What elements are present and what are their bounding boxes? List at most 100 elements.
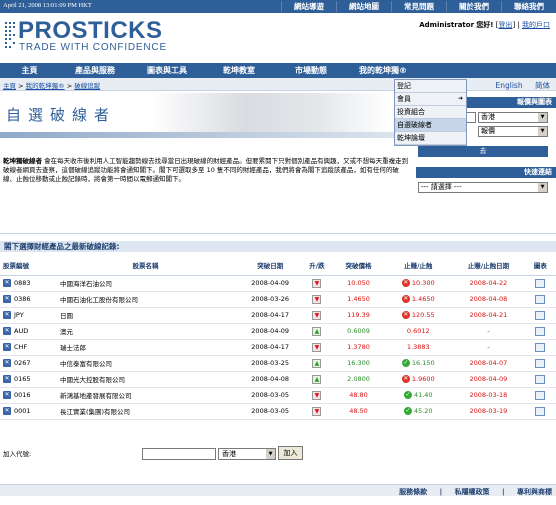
lang-english[interactable]: English [496, 81, 523, 90]
col-chart: 圖表 [524, 256, 556, 276]
nav-products[interactable]: 產品與服務 [59, 63, 131, 78]
remove-icon[interactable]: ✕ [3, 279, 11, 287]
row-date: 2008-03-25 [239, 355, 302, 372]
stop-loss-icon: ✕ [401, 375, 410, 383]
row-name: 長江實業(集團)有限公司 [51, 403, 240, 420]
remove-icon[interactable]: ✕ [3, 327, 11, 335]
chart-icon[interactable] [535, 326, 546, 336]
quote-type-value: 報價 [481, 127, 495, 135]
row-code[interactable]: CHF [14, 343, 27, 351]
row-name: 中國海洋石油公司 [51, 275, 240, 292]
table-row: ✕ CHF 瑞士法郎 2008-04-17 ▼ 1.3780 1.3883 - [0, 339, 556, 356]
market-select[interactable]: 香港 ▼ [478, 112, 548, 123]
breadcrumb-my[interactable]: 我的乾坤獨® [26, 82, 65, 90]
chart-icon[interactable] [535, 310, 546, 320]
row-code[interactable]: AUD [14, 327, 28, 335]
remove-icon[interactable]: ✕ [3, 407, 11, 415]
chart-icon[interactable] [535, 342, 546, 352]
remove-icon[interactable]: ✕ [3, 295, 11, 303]
nav-classroom[interactable]: 乾坤教室 [203, 63, 275, 78]
top-link-sitemap[interactable]: 網站地圖 [336, 1, 391, 12]
chart-icon[interactable] [535, 406, 546, 416]
row-code[interactable]: 0165 [14, 375, 31, 383]
row-date: 2008-03-05 [239, 387, 302, 404]
row-stop-date: 2008-04-07 [452, 355, 525, 372]
col-date: 突破日期 [239, 256, 302, 276]
remove-icon[interactable]: ✕ [3, 343, 11, 351]
row-code[interactable]: 0883 [14, 279, 31, 287]
row-date: 2008-03-05 [239, 403, 302, 420]
remove-icon[interactable]: ✕ [3, 311, 11, 319]
footer-patents[interactable]: 專利與商標 [517, 488, 552, 496]
footer-privacy[interactable]: 私隱權政策 [455, 488, 490, 496]
quote-type-select[interactable]: 報價 ▼ [478, 126, 548, 137]
row-name: 中國石油化工股份有限公司 [51, 291, 240, 308]
col-price: 突破價格 [332, 256, 385, 276]
chart-icon[interactable] [535, 294, 546, 304]
brand-logo[interactable]: PROSTICKS [18, 19, 163, 43]
go-button[interactable]: 去 [418, 146, 548, 157]
row-stop: 120.55 [411, 311, 435, 319]
chart-icon[interactable] [535, 374, 546, 384]
language-switch: English 简体 [486, 80, 550, 91]
remove-icon[interactable]: ✕ [3, 391, 11, 399]
nav-market[interactable]: 市場動態 [275, 63, 347, 78]
footer-terms[interactable]: 服務條款 [399, 488, 427, 496]
breadcrumb-current[interactable]: 破線追蹤 [74, 82, 100, 90]
nav-charts[interactable]: 圖表與工具 [131, 63, 203, 78]
footer-sep: | [439, 488, 443, 496]
row-code[interactable]: 0267 [14, 359, 31, 367]
lang-simplified[interactable]: 简体 [535, 81, 550, 90]
menu-item-breakout-watch[interactable]: 自選破線者 [395, 119, 466, 132]
row-code[interactable]: 0016 [14, 391, 31, 399]
top-link-about[interactable]: 關於我們 [446, 1, 501, 12]
row-date: 2008-04-08 [239, 371, 302, 388]
chart-icon[interactable] [535, 278, 546, 288]
remove-icon[interactable]: ✕ [3, 359, 11, 367]
top-link-contact[interactable]: 聯絡我們 [501, 1, 556, 12]
add-market-select[interactable]: 香港 ▼ [218, 448, 276, 460]
logout-link[interactable]: 登出 [498, 21, 512, 29]
description-text: 會在每天收市後利用人工智能趨勢線去找尋當日出現破線的財經產品。但要累閱下只對個別… [3, 157, 409, 183]
remove-icon[interactable]: ✕ [3, 375, 11, 383]
table-row: ✕ 0267 中信泰富有限公司 2008-03-25 ▲ 16.300 ✓ 16.150 200… [0, 355, 556, 372]
my-account-link[interactable]: 我的戶口 [522, 21, 550, 29]
quick-links-select[interactable]: --- 請選擇 --- ▼ [418, 182, 548, 193]
menu-item-forum[interactable]: 乾坤論壇 [395, 132, 466, 145]
add-symbol-input[interactable] [142, 448, 216, 460]
menu-item-member[interactable]: 會員 ➜ [395, 93, 466, 106]
section-divider [0, 233, 556, 234]
breadcrumb: 主頁 > 我的乾坤獨® > 破線追蹤 [3, 80, 100, 90]
nav-home[interactable]: 主頁 [0, 63, 59, 78]
top-link-faq[interactable]: 常見問題 [391, 1, 446, 12]
quick-links-panel: 快速連結 [416, 167, 556, 178]
nav-my-prosticks[interactable]: 我的乾坤獨® [347, 63, 419, 78]
menu-item-label: 會員 [397, 95, 411, 103]
direction-down-icon: ▼ [312, 310, 322, 320]
col-dir: 升/跌 [301, 256, 333, 276]
add-button[interactable]: 加入 [278, 446, 303, 460]
row-price: 1.4650 [332, 291, 385, 308]
page-title: 自選破線者 [6, 106, 117, 124]
banner-image [150, 93, 390, 133]
top-link-guide[interactable]: 網站導遊 [281, 1, 336, 12]
row-name: 新鴻基地產發展有限公司 [51, 387, 240, 404]
description: 乾坤獨破線者 會在每天收市後利用人工智能趨勢線去找尋當日出現破線的財經產品。但要… [3, 157, 411, 184]
menu-item-portfolio[interactable]: 投資組合 [395, 106, 466, 119]
section-title: 閣下選擇財經產品之最新破線記錄: [0, 241, 556, 252]
chevron-down-icon: ▼ [538, 183, 547, 192]
breadcrumb-home[interactable]: 主頁 [3, 82, 16, 90]
user-sep: | [517, 21, 520, 29]
row-stop-date: 2008-03-19 [452, 403, 525, 420]
direction-down-icon: ▼ [312, 406, 322, 416]
row-stop: 1.9600 [411, 375, 435, 383]
row-code[interactable]: JPY [14, 311, 24, 319]
row-code[interactable]: 0386 [14, 295, 31, 303]
row-code[interactable]: 0001 [14, 407, 31, 415]
chart-icon[interactable] [535, 390, 546, 400]
menu-item-register[interactable]: 登記 [395, 80, 466, 93]
quick-links-value: --- 請選擇 --- [421, 183, 462, 191]
chart-icon[interactable] [535, 358, 546, 368]
direction-up-icon: ▲ [312, 374, 322, 384]
row-price: 48.80 [332, 387, 385, 404]
